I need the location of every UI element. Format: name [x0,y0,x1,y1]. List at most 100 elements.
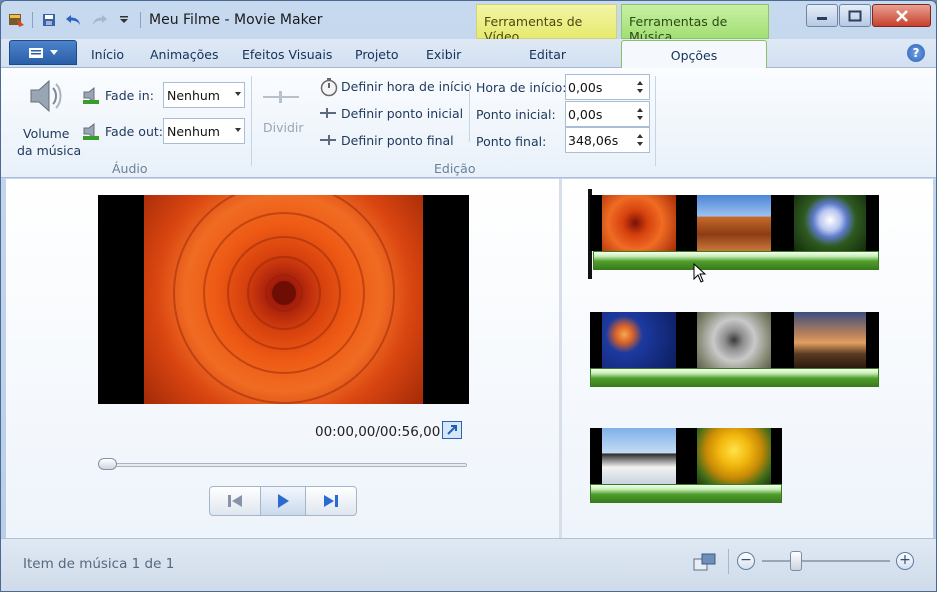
set-start-point-button[interactable]: Definir ponto inicial [341,106,463,121]
undo-icon[interactable] [65,11,83,29]
spin-down-icon[interactable] [637,89,643,93]
fade-out-label: Fade out: [105,124,163,139]
zoom-slider[interactable] [762,560,890,562]
music-track-row-2[interactable] [590,368,879,387]
redo-icon [90,11,108,29]
group-separator [251,76,252,166]
play-icon [278,494,289,508]
tab-efeitos-visuais[interactable]: Efeitos Visuais [242,47,332,62]
spin-down-icon[interactable] [637,116,643,120]
context-tab-music-tools: Ferramentas de Música [621,4,769,44]
status-bar: Item de música 1 de 1 − + [1,538,936,591]
movie-maker-window: Meu Filme - Movie Maker Ferramentas de V… [0,0,937,592]
spin-up-icon[interactable] [637,81,643,85]
volume-label-line1: Volume [23,126,70,141]
tab-animacoes[interactable]: Animações [150,47,219,62]
status-text: Item de música 1 de 1 [23,556,175,572]
fade-in-value: Nenhum [167,88,220,103]
customize-qat-icon[interactable] [115,11,133,29]
quick-access-toolbar [7,9,141,31]
qat-separator [140,12,141,28]
ribbon-tab-bar: Início Animações Efeitos Visuais Projeto… [1,39,936,69]
clip-thumbnail-hydrangeas[interactable] [794,195,866,251]
next-frame-button[interactable] [306,487,356,515]
title-bar: Meu Filme - Movie Maker Ferramentas de V… [1,1,936,44]
music-track-row-1[interactable] [593,251,879,270]
start-time-label: Hora de início: [476,80,567,95]
tab-projeto[interactable]: Projeto [355,47,399,62]
chevron-down-icon [235,92,241,96]
chevron-down-icon [235,128,241,132]
fade-out-icon [83,122,99,140]
set-end-point-button[interactable]: Definir ponto final [341,133,454,148]
end-point-label: Ponto final: [476,134,547,149]
close-button[interactable] [872,4,931,27]
set-start-point-icon [320,108,336,118]
clip-thumbnail-chrysanthemum[interactable] [602,195,676,251]
stopwatch-icon [320,78,338,97]
clip-thumbnail-koala[interactable] [697,312,771,368]
spin-up-icon[interactable] [637,134,643,138]
clip-thumbnail-penguins[interactable] [602,428,676,484]
clip-strip-row-3 [590,428,782,484]
start-time-value: 0,00s [568,80,603,95]
volume-label-line2: da música [17,143,82,158]
tab-editar[interactable]: Editar [529,47,566,62]
music-track-row-3[interactable] [590,484,782,503]
playback-time: 00:00,00/00:56,00 [315,424,441,440]
clip-thumbnail-lighthouse[interactable] [794,312,866,368]
split-icon [263,91,299,103]
clip-thumbnail-desert[interactable] [697,195,771,251]
start-point-label: Ponto inicial: [476,107,556,122]
preview-frame-image [144,195,423,404]
group-separator [655,76,656,166]
seek-thumb[interactable] [98,458,117,470]
fade-out-select[interactable]: Nenhum [163,118,245,144]
context-tab-video-tools: Ferramentas de Vídeo [476,4,617,44]
fade-out-value: Nenhum [167,124,220,139]
application-menu-button[interactable] [9,40,77,65]
zoom-in-button[interactable]: + [896,552,914,570]
end-point-input[interactable]: 348,06s [565,127,650,153]
clip-thumbnail-tulips[interactable] [697,428,771,484]
fade-in-select[interactable]: Nenhum [163,82,245,108]
tab-inicio[interactable]: Início [91,47,124,62]
clip-thumbnail-jellyfish[interactable] [602,312,676,368]
spin-down-icon[interactable] [637,142,643,146]
set-start-time-button[interactable]: Definir hora de início [341,79,472,94]
start-point-input[interactable]: 0,00s [565,101,650,127]
pane-divider[interactable] [559,179,562,538]
help-icon[interactable]: ? [907,44,925,62]
zoom-out-button[interactable]: − [737,552,755,570]
ribbon-panel: Volume da música Fade in: Nenhum Fade ou… [1,68,936,178]
thumbnail-size-button[interactable] [693,552,717,572]
maximize-button[interactable] [839,4,871,27]
audio-group-label: Áudio [112,161,148,176]
minimize-button[interactable] [806,4,838,27]
previous-frame-icon [228,495,242,507]
split-label: Dividir [263,120,304,135]
popout-preview-button[interactable] [442,421,462,439]
start-time-input[interactable]: 0,00s [565,74,650,100]
play-button[interactable] [260,487,306,515]
chevron-down-icon [50,49,58,55]
status-separator [728,549,729,574]
menu-icon [29,47,43,58]
music-volume-button[interactable]: Volume da música [15,74,81,158]
next-frame-icon [324,495,338,507]
close-icon [895,9,908,22]
previous-frame-button[interactable] [210,487,260,515]
split-button[interactable]: Dividir [257,82,307,138]
tab-opcoes[interactable]: Opções [621,40,767,69]
qat-separator [32,12,33,28]
clip-strip-row-1 [590,195,879,251]
set-end-point-icon [320,135,336,145]
tab-exibir[interactable]: Exibir [426,47,461,62]
thumbnail-size-icon [693,553,716,571]
save-icon[interactable] [40,11,58,29]
movie-maker-app-icon[interactable] [7,11,25,29]
preview-monitor[interactable] [98,195,469,404]
spin-up-icon[interactable] [637,108,643,112]
zoom-slider-thumb[interactable] [790,551,802,571]
seek-bar[interactable] [102,463,467,467]
